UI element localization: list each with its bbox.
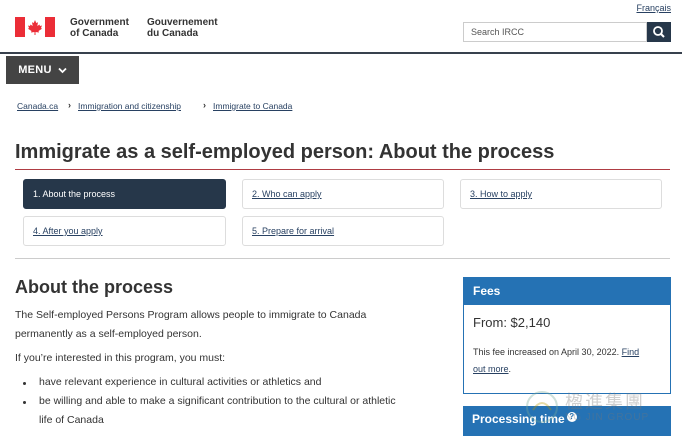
search-input[interactable]: Search IRCC <box>463 22 647 42</box>
breadcrumb-canada[interactable]: Canada.ca <box>17 101 58 111</box>
gouvernement-du-canada-wordmark[interactable]: Gouvernement du Canada <box>147 17 218 39</box>
search-icon <box>653 26 665 38</box>
intro-line-2: permanently as a self-employed person. <box>15 328 202 340</box>
watermark-logo: 楹進集團 NG JIN GROUP <box>525 386 680 431</box>
find-out-more-link[interactable]: Find <box>622 347 640 357</box>
breadcrumb-chevron-icon: › <box>203 100 206 110</box>
menu-label: MENU <box>18 64 52 76</box>
gov-fr-line2: du Canada <box>147 28 199 39</box>
fees-panel: Fees From: $2,140 This fee increased on … <box>463 277 671 394</box>
page-title: Immigrate as a self-employed person: Abo… <box>15 141 555 163</box>
breadcrumb-immigration[interactable]: Immigration and citizenship <box>78 101 181 111</box>
intro-line-1: The Self-employed Persons Program allows… <box>15 309 367 321</box>
breadcrumb-immigrate[interactable]: Immigrate to Canada <box>213 101 292 111</box>
government-of-canada-wordmark[interactable]: Government of Canada <box>70 17 129 39</box>
gov-en-line2: of Canada <box>70 28 119 39</box>
step-how-to-apply[interactable]: 3. How to apply <box>460 179 662 209</box>
fee-amount: From: $2,140 <box>473 315 551 330</box>
list-item-continued: life of Canada <box>39 414 104 426</box>
watermark-cn: 楹進集團 <box>565 392 645 413</box>
canada-flag-logo <box>15 17 55 37</box>
find-out-more-link-continued[interactable]: out more <box>473 364 509 374</box>
step-about-process[interactable]: 1. About the process <box>23 179 226 209</box>
list-item: be willing and able to make a significan… <box>39 395 396 407</box>
gov-en-line1: Government <box>70 17 129 28</box>
chevron-down-icon <box>58 67 67 73</box>
step-who-can-apply[interactable]: 2. Who can apply <box>242 179 444 209</box>
steps-divider <box>15 258 670 259</box>
requirements-intro: If you’re interested in this program, yo… <box>15 352 226 364</box>
fee-note: This fee increased on April 30, 2022. Fi… <box>473 344 663 378</box>
watermark-emblem-icon <box>526 391 558 423</box>
header-divider <box>0 52 682 54</box>
breadcrumb-chevron-icon: › <box>68 100 71 110</box>
watermark-en: NG JIN GROUP <box>565 412 650 423</box>
step-after-you-apply[interactable]: 4. After you apply <box>23 216 226 246</box>
search-button[interactable] <box>647 22 671 42</box>
menu-button[interactable]: MENU <box>6 56 79 84</box>
title-underline <box>15 169 670 170</box>
step-prepare-for-arrival[interactable]: 5. Prepare for arrival <box>242 216 444 246</box>
bullet-icon <box>23 401 26 404</box>
fees-heading: Fees <box>464 278 670 305</box>
list-item: have relevant experience in cultural act… <box>39 376 322 388</box>
section-heading: About the process <box>15 277 174 297</box>
bullet-icon <box>23 382 26 385</box>
fee-note-text: This fee increased on April 30, 2022. <box>473 347 620 357</box>
fee-note-period: . <box>508 364 512 374</box>
gov-fr-line1: Gouvernement <box>147 17 218 28</box>
language-toggle-link[interactable]: Français <box>636 3 671 13</box>
